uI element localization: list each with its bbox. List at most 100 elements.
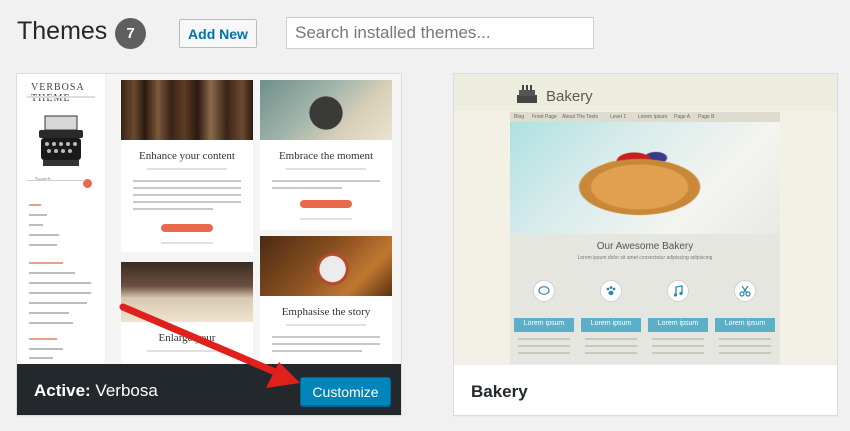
verbosa-preview-read-more (300, 200, 352, 208)
preview-line (29, 204, 41, 206)
theme-screenshot-bakery[interactable]: Bakery Blog Front Page About The Tests L… (454, 74, 837, 364)
preview-line (133, 187, 241, 189)
active-theme-label: Active: Verbosa (34, 381, 158, 401)
bakery-feature-column: Lorem ipsum (648, 276, 708, 364)
bakery-nav-item: Level 1 (610, 114, 627, 120)
page-title: Themes (17, 17, 108, 45)
preview-line (272, 343, 380, 345)
preview-line (719, 345, 771, 347)
preview-line (147, 168, 227, 170)
theme-count-badge: 7 (115, 18, 146, 49)
bakery-feature-column: Lorem ipsum (715, 276, 775, 364)
verbosa-preview-read-more (161, 224, 213, 232)
chat-icon (533, 280, 555, 302)
preview-line (29, 292, 91, 294)
preview-line (133, 180, 241, 182)
verbosa-preview-post-title: Embrace the moment (278, 150, 374, 162)
verbosa-preview-tagline (27, 96, 95, 98)
preview-line (133, 194, 241, 196)
preview-line (585, 352, 637, 354)
verbosa-preview-post-title: Enhance your content (139, 150, 235, 162)
verbosa-preview-search-line (27, 180, 83, 181)
preview-line (29, 348, 63, 350)
music-note-icon (667, 280, 689, 302)
typewriter-image (260, 80, 392, 140)
preview-line (652, 352, 704, 354)
verbosa-preview-sidebar: VERBOSA THEME Search (17, 74, 106, 364)
preview-line (29, 322, 73, 324)
verbosa-preview-post: Embrace the moment (260, 80, 392, 230)
preview-line (272, 350, 362, 352)
scissors-icon (734, 280, 756, 302)
bakery-preview-nav: Blog Front Page About The Tests Level 1 … (510, 112, 780, 122)
typewriter-icon (39, 115, 83, 166)
bakery-nav-item: Front Page (532, 114, 557, 120)
bakery-preview-logo: Bakery (546, 88, 593, 105)
theme-card-verbosa[interactable]: VERBOSA THEME Search (16, 73, 402, 416)
search-themes-input[interactable] (286, 17, 594, 49)
bakery-column-title: Lorem ipsum (657, 320, 699, 327)
preview-line (299, 218, 353, 220)
preview-line (585, 345, 637, 347)
preview-line (29, 234, 59, 236)
bakery-column-title: Lorem ipsum (523, 320, 565, 327)
bakery-section-title: Our Awesome Bakery (596, 241, 694, 252)
bakery-column-title: Lorem ipsum (590, 320, 632, 327)
preview-line (719, 352, 771, 354)
customize-button[interactable]: Customize (300, 377, 391, 406)
verbosa-preview-post-title: Emphasise the story (281, 306, 371, 318)
bakery-nav-item: Lorem Ipsum (638, 114, 668, 120)
cake-icon (517, 85, 537, 103)
preview-line (133, 208, 213, 210)
verbosa-preview-post-title: Enlarge your (158, 332, 216, 344)
preview-line (719, 338, 771, 340)
bakery-preview-section: Our Awesome Bakery Lorem ipsum dolor sit… (510, 234, 780, 364)
preview-line (518, 345, 570, 347)
bakery-nav-item: Page B (698, 114, 715, 120)
preview-line (652, 345, 704, 347)
preview-line (272, 180, 380, 182)
bakery-nav-item: Page A (674, 114, 691, 120)
bakery-nav-item: About The Tests (562, 114, 598, 120)
active-prefix: Active: (34, 381, 91, 400)
bakery-preview-header (454, 74, 837, 111)
preview-line (518, 338, 570, 340)
theme-screenshot-verbosa[interactable]: VERBOSA THEME Search (17, 74, 401, 364)
verbosa-preview-post: Enhance your content (121, 80, 253, 252)
preview-line (518, 352, 570, 354)
preview-line (272, 187, 342, 189)
preview-line (133, 201, 241, 203)
active-theme-bar: Active: Verbosa Customize (17, 364, 401, 415)
books-image (121, 80, 253, 140)
active-theme-name: Verbosa (95, 381, 158, 400)
preview-line (147, 350, 227, 352)
preview-line (29, 338, 57, 340)
theme-card-bakery[interactable]: Bakery Blog Front Page About The Tests L… (453, 73, 838, 416)
bakery-column-title: Lorem ipsum (724, 320, 766, 327)
bakery-nav-item: Blog (514, 114, 525, 120)
preview-line (29, 224, 43, 226)
preview-line (29, 214, 47, 216)
preview-line (652, 338, 704, 340)
preview-line (585, 338, 637, 340)
verbosa-preview-post: Enlarge your (121, 262, 253, 364)
preview-line (286, 168, 366, 170)
preview-line (29, 262, 63, 264)
verbosa-preview-search-button (83, 179, 92, 188)
theme-name-bar: Bakery (454, 364, 837, 415)
verbosa-preview-post: Emphasise the story (260, 236, 392, 364)
add-new-button[interactable]: Add New (179, 19, 257, 48)
preview-line (29, 282, 91, 284)
coffee-cup-image (260, 236, 392, 296)
verbosa-preview-logo: VERBOSA THEME (31, 82, 85, 104)
preview-line (29, 272, 75, 274)
pastry-image (510, 122, 780, 234)
preview-line (29, 244, 57, 246)
bakery-section-subtitle: Lorem ipsum dolor sit amet consectetur a… (577, 255, 713, 261)
glasses-image (121, 262, 253, 322)
bakery-feature-column: Lorem ipsum (581, 276, 641, 364)
preview-line (29, 312, 69, 314)
preview-line (29, 357, 53, 359)
preview-line (272, 336, 380, 338)
preview-line (29, 302, 87, 304)
